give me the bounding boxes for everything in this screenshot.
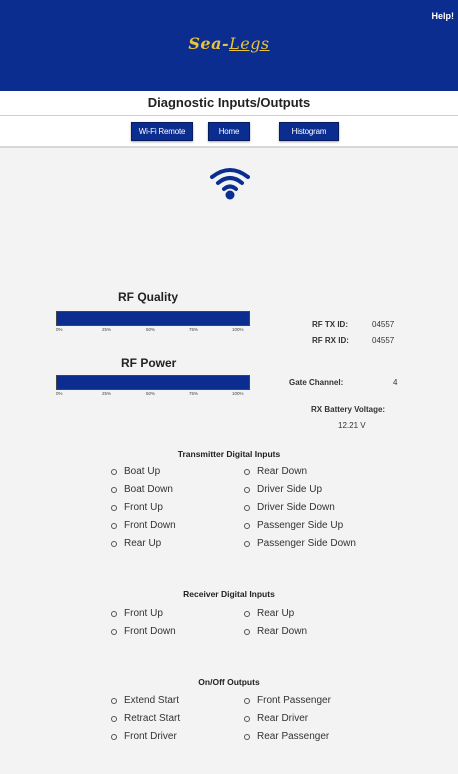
indicator-dot (244, 733, 250, 740)
tx-input-driver-side-up: Driver Side Up (244, 484, 322, 495)
transmitter-inputs-title: Transmitter Digital Inputs (177, 449, 281, 459)
wifi-icon (210, 168, 250, 200)
rf-tx-id-label: RF TX ID: (312, 320, 348, 329)
indicator-dot (111, 540, 117, 547)
io-label: Rear Driver (257, 713, 309, 724)
rf-quality-ticks: 0% 25% 50% 75% 100% (56, 327, 250, 335)
io-label: Front Down (124, 626, 176, 637)
page-title: Diagnostic Inputs/Outputs (147, 95, 311, 110)
output-extend-start: Extend Start (111, 695, 179, 706)
indicator-dot (111, 522, 117, 529)
indicator-dot (111, 610, 117, 617)
tick-label: 100% (232, 327, 244, 332)
tx-input-passenger-side-up: Passenger Side Up (244, 520, 343, 531)
indicator-dot (111, 468, 117, 475)
indicator-dot (244, 628, 250, 635)
tx-input-passenger-side-down: Passenger Side Down (244, 538, 356, 549)
tick-label: 0% (56, 391, 63, 396)
tx-input-boat-down: Boat Down (111, 484, 173, 495)
logo-brand: Sea- (188, 34, 230, 53)
wifi-remote-button[interactable]: Wi-Fi Remote (131, 122, 193, 141)
indicator-dot (244, 522, 250, 529)
rf-power-ticks: 0% 25% 50% 75% 100% (56, 391, 250, 399)
output-rear-driver: Rear Driver (244, 713, 308, 724)
tx-input-rear-up: Rear Up (111, 538, 161, 549)
io-label: Front Driver (124, 731, 177, 742)
io-label: Rear Up (257, 608, 295, 619)
rf-tx-id-value: 04557 (372, 320, 395, 329)
output-front-driver: Front Driver (111, 731, 177, 742)
header: Help! Sea-Legs (0, 0, 458, 91)
indicator-dot (244, 697, 250, 704)
sea-legs-logo: Sea-Legs (0, 34, 458, 53)
rf-power-label: RF Power (121, 356, 177, 370)
tick-label: 100% (232, 391, 244, 396)
receiver-inputs-title: Receiver Digital Inputs (183, 589, 275, 599)
output-rear-passenger: Rear Passenger (244, 731, 329, 742)
tx-input-boat-up: Boat Up (111, 466, 160, 477)
tick-label: 75% (189, 391, 199, 396)
output-front-passenger: Front Passenger (244, 695, 331, 706)
io-label: Retract Start (124, 713, 181, 724)
io-label: Rear Up (124, 538, 162, 549)
indicator-dot (111, 733, 117, 740)
nav-bar: Wi-Fi Remote Home Histogram (0, 116, 458, 148)
help-link[interactable]: Help! (432, 11, 455, 21)
rx-input-front-down: Front Down (111, 626, 176, 637)
histogram-button[interactable]: Histogram (279, 122, 339, 141)
io-label: Driver Side Up (257, 484, 323, 495)
gate-channel-label: Gate Channel: (289, 378, 344, 387)
io-label: Passenger Side Up (257, 520, 344, 531)
rx-battery-value: 12.21 V (338, 421, 366, 430)
outputs-title: On/Off Outputs (198, 677, 260, 687)
output-retract-start: Retract Start (111, 713, 180, 724)
tick-label: 0% (56, 327, 63, 332)
io-label: Front Up (124, 502, 163, 513)
title-bar: Diagnostic Inputs/Outputs (0, 91, 458, 116)
io-label: Front Down (124, 520, 176, 531)
rx-input-front-up: Front Up (111, 608, 163, 619)
indicator-dot (244, 715, 250, 722)
indicator-dot (244, 486, 250, 493)
indicator-dot (111, 504, 117, 511)
tick-label: 75% (189, 327, 199, 332)
io-label: Passenger Side Down (257, 538, 356, 549)
io-label: Extend Start (124, 695, 180, 706)
rx-input-rear-down: Rear Down (244, 626, 307, 637)
indicator-dot (111, 628, 117, 635)
tx-input-front-down: Front Down (111, 520, 176, 531)
tx-input-front-up: Front Up (111, 502, 163, 513)
io-label: Boat Down (124, 484, 173, 495)
tx-input-driver-side-down: Driver Side Down (244, 502, 335, 513)
indicator-dot (111, 715, 117, 722)
rf-quality-bar (56, 311, 250, 326)
tick-label: 25% (102, 391, 112, 396)
rf-rx-id-label: RF RX ID: (312, 336, 349, 345)
io-label: Front Passenger (257, 695, 331, 706)
rf-rx-id-value: 04557 (372, 336, 395, 345)
tick-label: 50% (146, 327, 156, 332)
indicator-dot (244, 504, 250, 511)
tick-label: 50% (146, 391, 156, 396)
io-label: Rear Down (257, 626, 308, 637)
rf-power-bar (56, 375, 250, 390)
io-label: Front Up (124, 608, 163, 619)
indicator-dot (244, 540, 250, 547)
indicator-dot (111, 486, 117, 493)
rx-battery-label: RX Battery Voltage: (311, 405, 386, 414)
io-label: Rear Down (257, 466, 308, 477)
gate-channel-value: 4 (393, 378, 398, 387)
rf-quality-label: RF Quality (118, 290, 179, 304)
tx-input-rear-down: Rear Down (244, 466, 307, 477)
tick-label: 25% (102, 327, 112, 332)
home-button[interactable]: Home (208, 122, 250, 141)
io-label: Driver Side Down (257, 502, 335, 513)
rx-input-rear-up: Rear Up (244, 608, 294, 619)
indicator-dot (244, 610, 250, 617)
io-label: Rear Passenger (257, 731, 330, 742)
indicator-dot (244, 468, 250, 475)
logo-script: Legs (229, 34, 270, 53)
io-label: Boat Up (124, 466, 161, 477)
indicator-dot (111, 697, 117, 704)
